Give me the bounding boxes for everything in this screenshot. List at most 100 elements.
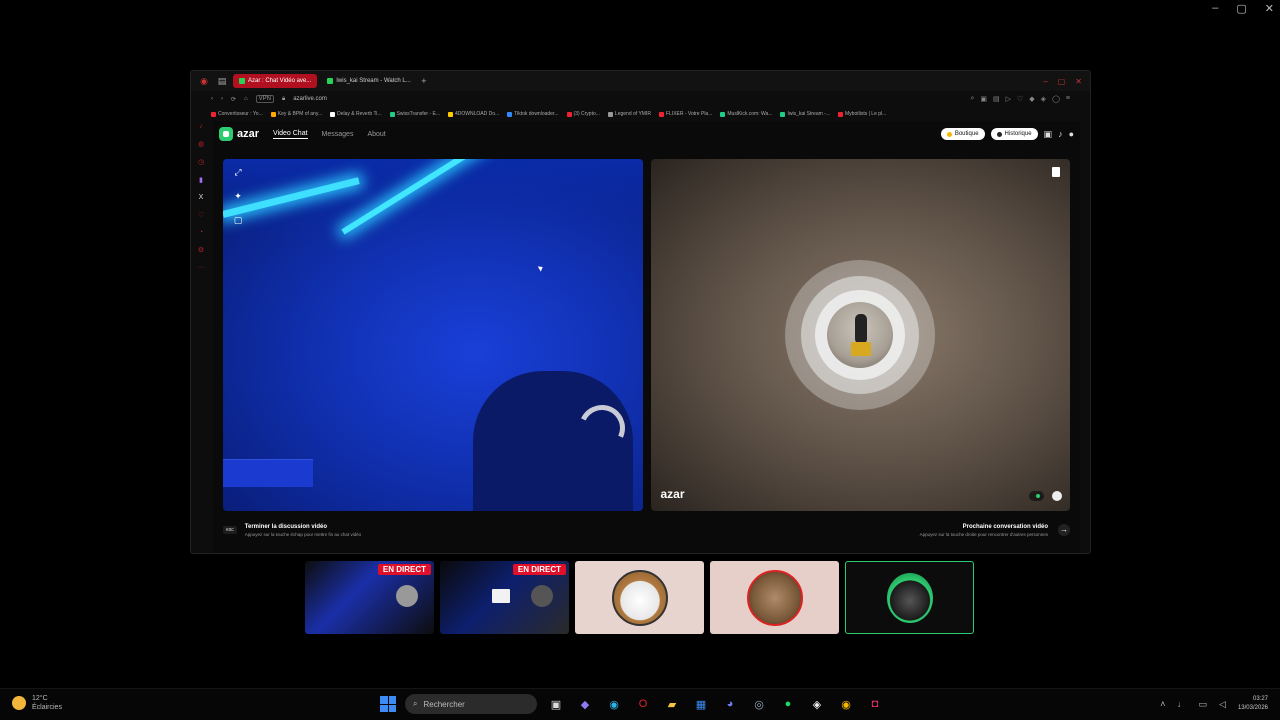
teams-icon[interactable]: ◆	[575, 694, 595, 714]
tab-list-icon[interactable]: ▤	[215, 76, 229, 87]
report-icon[interactable]	[1052, 167, 1060, 177]
tab-kick-stream[interactable]: Iwis_kai Stream - Watch L...	[321, 74, 413, 88]
back-icon[interactable]: ‹	[211, 96, 213, 102]
bookmark-item[interactable]: Convertisseur : Yo...	[211, 111, 263, 117]
effects-icon[interactable]: ▢	[233, 215, 243, 225]
discord-icon[interactable]: ◕	[720, 694, 740, 714]
sidebar-more-icon[interactable]: ···	[198, 264, 205, 271]
outer-minimize-button[interactable]: –	[1212, 2, 1218, 15]
play-icon[interactable]: ▷	[1006, 95, 1011, 103]
profile-icon[interactable]: ●	[1069, 129, 1074, 139]
sidebar-messenger-icon[interactable]: ◍	[198, 140, 204, 148]
sidebar-heart-icon[interactable]: ♡	[198, 211, 204, 219]
bookmark-item[interactable]: SwissTransfer - E...	[389, 111, 441, 117]
bookmark-item[interactable]: FLIXER - Votre Pla...	[658, 111, 712, 117]
start-button[interactable]	[380, 696, 396, 712]
wallet-icon[interactable]: ◈	[1041, 95, 1046, 103]
tray-chevron-icon[interactable]: ˄	[1160, 699, 1165, 709]
clock[interactable]: 03:27 13/03/2026	[1238, 695, 1268, 713]
capcut-icon[interactable]: ◈	[807, 694, 827, 714]
nav-messages[interactable]: Messages	[322, 131, 354, 138]
partner-chip[interactable]	[1029, 491, 1044, 501]
sidebar-history-icon[interactable]: ◷	[198, 158, 204, 166]
bookmark-item[interactable]: Legend of YMIR	[607, 111, 651, 117]
spotify-icon[interactable]: ●	[778, 694, 798, 714]
sidebar-x-icon[interactable]: X	[199, 194, 204, 201]
system-tray: ˄ ♩ ▭ ◁ 03:27 13/03/2026	[1160, 695, 1268, 713]
taskbar-search[interactable]: ⌕ Rechercher	[405, 694, 537, 714]
vpn-badge[interactable]: VPN	[255, 95, 274, 103]
zoom-icon[interactable]: ⌕	[970, 95, 974, 103]
azar-favicon-icon	[239, 78, 245, 84]
bookmark-item[interactable]: Iwis_kai Stream -...	[780, 111, 830, 117]
magic-wand-icon[interactable]: ✦	[233, 191, 243, 201]
reload-icon[interactable]: ⟳	[231, 96, 236, 103]
switcher-thumb-stream[interactable]: EN DIRECT	[440, 561, 569, 634]
tab-snapshot-icon[interactable]: ▤	[993, 95, 1000, 103]
account-icon[interactable]: ◯	[1052, 95, 1060, 103]
sidebar-clock-icon[interactable]: ◔	[199, 229, 203, 236]
nav-video-chat[interactable]: Video Chat	[273, 130, 308, 139]
outer-close-button[interactable]: ✕	[1265, 2, 1274, 15]
bookmark-item[interactable]: MuslKick.com: Wa...	[720, 111, 772, 117]
browser-maximize-button[interactable]: ▢	[1058, 77, 1066, 86]
browser-close-button[interactable]: ✕	[1075, 77, 1082, 86]
chat-bubble-icon[interactable]	[1052, 491, 1062, 501]
outer-maximize-button[interactable]: ▢	[1236, 2, 1246, 15]
instagram-icon[interactable]: ◘	[865, 694, 885, 714]
thumb-ring	[396, 585, 418, 607]
volume-icon[interactable]: ◁	[1219, 699, 1226, 710]
edge-icon[interactable]: ◉	[604, 694, 624, 714]
switcher-thumb-luffy[interactable]	[575, 561, 704, 634]
extension-icon[interactable]: ◆	[1029, 95, 1034, 103]
weather-widget[interactable]: 12°C Éclaircies	[12, 694, 62, 712]
task-view-icon[interactable]: ▣	[546, 694, 566, 714]
sidebar-music-icon[interactable]: ♪	[199, 123, 203, 130]
boutique-label: Boutique	[954, 131, 979, 137]
file-explorer-icon[interactable]: ▰	[662, 694, 682, 714]
bookmark-favicon-icon	[838, 111, 843, 117]
bookmark-item[interactable]: Tiktok downloader...	[507, 111, 559, 117]
search-icon: ⌕	[413, 699, 418, 708]
bookmark-item[interactable]: Delay & Reverb Ti...	[330, 111, 382, 117]
bell-icon[interactable]: ♪	[1058, 129, 1063, 139]
video-tools: ⤢ ✦ ▢	[233, 167, 243, 225]
bookmark-label: SwissTransfer - E...	[396, 111, 441, 117]
esc-key[interactable]: esc	[223, 526, 237, 534]
gift-icon[interactable]: ▣	[1044, 129, 1053, 140]
microphone-icon[interactable]: ♩	[1178, 699, 1187, 709]
next-chat-button[interactable]: →	[1058, 524, 1070, 536]
bookmark-item[interactable]: Key & BPM of any...	[270, 111, 322, 117]
opera-icon[interactable]: O	[633, 694, 653, 714]
home-icon[interactable]: ⌂	[244, 96, 248, 102]
bookmark-item[interactable]: 4DOWNLOAD Do...	[448, 111, 499, 117]
next-chat-hint: Prochaine conversation vidéo Appuyez sur…	[920, 524, 1070, 537]
store-icon[interactable]: ▦	[691, 694, 711, 714]
boutique-button[interactable]: Boutique	[940, 128, 985, 140]
new-tab-button[interactable]: +	[417, 76, 430, 86]
sidebar-twitch-icon[interactable]: ▮	[199, 176, 203, 184]
url-field[interactable]: azarlive.com	[293, 96, 327, 102]
live-badge: EN DIRECT	[512, 564, 566, 575]
network-icon[interactable]: ▭	[1199, 699, 1208, 710]
camera-icon[interactable]: ▣	[980, 95, 987, 103]
switcher-thumb-skull[interactable]	[710, 561, 839, 634]
fullscreen-icon[interactable]: ⤢	[233, 167, 243, 177]
forward-icon[interactable]: ›	[221, 96, 223, 102]
azar-logo[interactable]: azar	[219, 127, 259, 141]
bookmark-item[interactable]: Mybotlists | Le pl...	[838, 111, 886, 117]
steam-icon[interactable]: ◎	[749, 694, 769, 714]
sidebar-settings-icon[interactable]: ⚙	[198, 246, 204, 254]
nav-about[interactable]: About	[367, 131, 385, 138]
bookmark-label: Mybotlists | Le pl...	[845, 111, 887, 117]
bookmark-item[interactable]: (3) Crypto...	[566, 111, 600, 117]
switcher-thumb-king[interactable]	[845, 561, 974, 634]
switcher-thumb-browser[interactable]: EN DIRECT	[305, 561, 434, 634]
tab-azar[interactable]: Azar : Chat Vidéo ave...	[233, 74, 318, 88]
heart-icon[interactable]: ♡	[1017, 95, 1023, 103]
historique-button[interactable]: Historique	[990, 128, 1038, 140]
browser-minimize-button[interactable]: –	[1043, 77, 1047, 86]
menu-icon[interactable]: ≡	[1066, 95, 1070, 103]
opera-menu-icon[interactable]: ◉	[197, 76, 211, 87]
chrome-icon[interactable]: ◉	[836, 694, 856, 714]
